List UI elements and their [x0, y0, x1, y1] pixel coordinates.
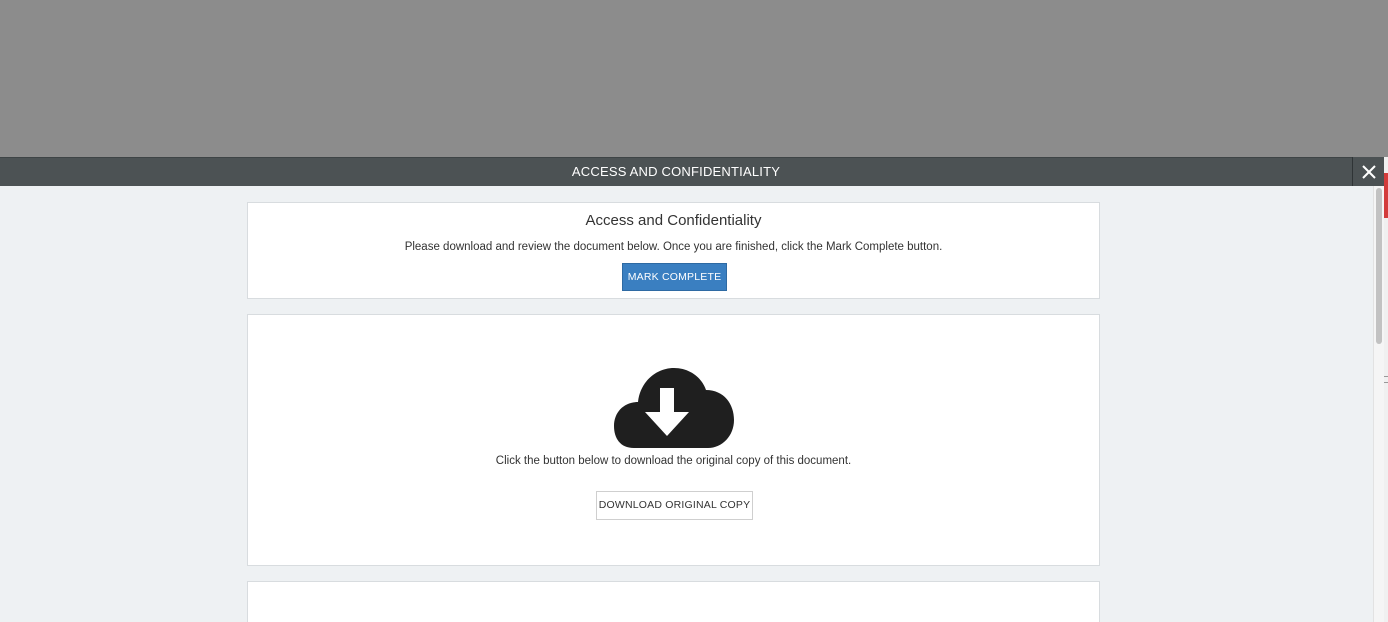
backdrop-overlay[interactable] — [0, 0, 1388, 157]
close-button[interactable] — [1352, 157, 1384, 186]
modal-header: ACCESS AND CONFIDENTIALITY — [0, 157, 1352, 186]
download-card: Click the button below to download the o… — [247, 314, 1100, 566]
modal-dialog: ACCESS AND CONFIDENTIALITY Access and Co… — [0, 157, 1384, 622]
intro-card: Access and Confidentiality Please downlo… — [247, 202, 1100, 299]
background-divider — [1384, 382, 1388, 383]
card-title: Access and Confidentiality — [585, 212, 762, 229]
modal-title: ACCESS AND CONFIDENTIALITY — [571, 164, 781, 179]
background-divider — [1384, 376, 1388, 377]
page: ACCESS AND CONFIDENTIALITY Access and Co… — [0, 0, 1388, 622]
card-description: Please download and review the document … — [404, 241, 943, 253]
scrollbar-thumb[interactable] — [1376, 188, 1382, 344]
document-card — [247, 581, 1100, 622]
mark-complete-button[interactable]: MARK COMPLETE — [622, 263, 727, 291]
download-original-copy-button[interactable]: DOWNLOAD ORIGINAL COPY — [596, 491, 753, 520]
background-accent-tab — [1384, 173, 1388, 218]
background-page-edge — [1384, 157, 1388, 622]
close-icon — [1361, 164, 1376, 179]
download-description: Click the button below to download the o… — [495, 455, 852, 467]
modal-scrollbar[interactable] — [1373, 186, 1384, 622]
cloud-download-icon — [614, 364, 734, 450]
